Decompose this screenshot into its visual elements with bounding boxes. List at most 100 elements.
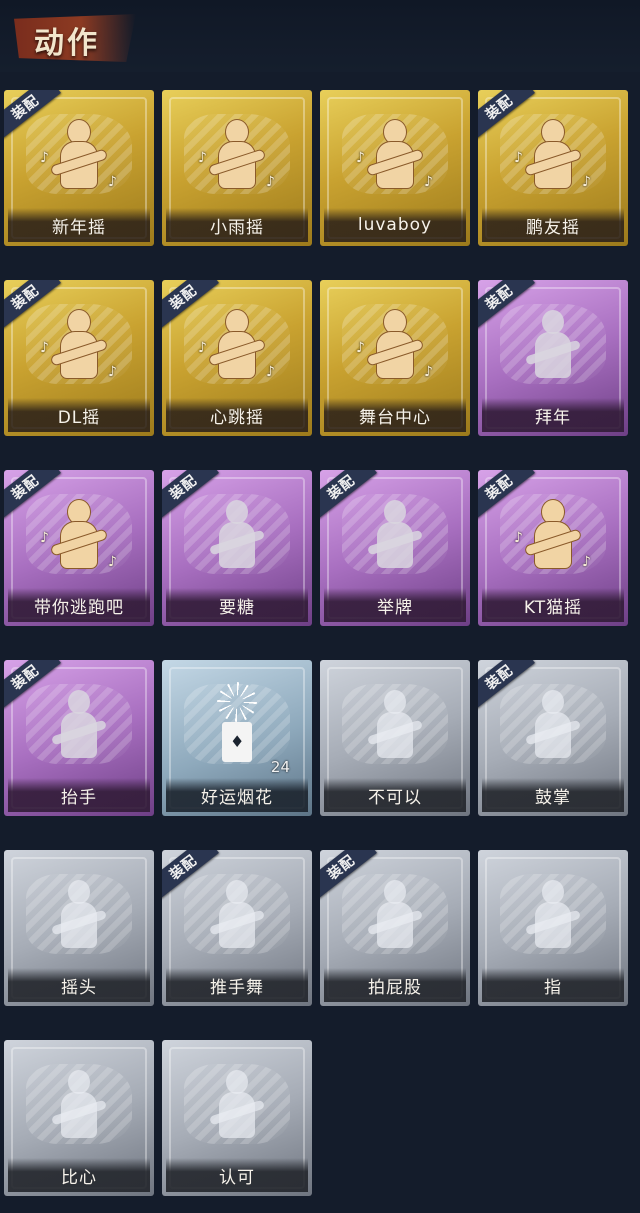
- emote-name: KT猫摇: [523, 597, 583, 618]
- emote-card[interactable]: 装配要糖: [162, 470, 312, 626]
- figure-icon: [365, 690, 425, 765]
- emote-card[interactable]: 装配拍屁股: [320, 850, 470, 1006]
- emote-card[interactable]: ♪ ♪ 小雨摇: [162, 90, 312, 246]
- emote-card[interactable]: 装配 ♪ ♪ 心跳摇: [162, 280, 312, 436]
- figure-icon: [207, 880, 267, 955]
- equipped-badge-label: 装配: [482, 472, 517, 504]
- figure-icon: [365, 880, 425, 955]
- emote-name: 摇头: [61, 977, 97, 998]
- emote-card[interactable]: ♪ ♪ luvaboy: [320, 90, 470, 246]
- emote-label-bar: 比心: [8, 1158, 150, 1192]
- emote-label-bar: 举牌: [324, 588, 466, 622]
- emote-card[interactable]: 认可: [162, 1040, 312, 1196]
- item-count: 24: [270, 758, 290, 776]
- emote-card[interactable]: 装配 ♪ ♪ DL摇: [4, 280, 154, 436]
- emote-card[interactable]: 装配 推手舞: [162, 850, 312, 1006]
- music-note-icon: ♪: [198, 340, 207, 356]
- emote-name: 鹏友摇: [526, 217, 580, 238]
- emote-name: 不可以: [368, 787, 422, 808]
- emote-card[interactable]: 装配 ♪ ♪ 新年摇: [4, 90, 154, 246]
- emote-label-bar: luvaboy: [324, 208, 466, 242]
- equipped-badge-label: 装配: [324, 472, 359, 504]
- emote-name: 认可: [219, 1167, 255, 1188]
- emote-card[interactable]: 装配举牌: [320, 470, 470, 626]
- music-note-icon: ♪: [108, 174, 117, 190]
- emote-label-bar: 指: [482, 968, 624, 1002]
- figure-icon: [207, 120, 267, 195]
- music-note-icon: ♪: [40, 340, 49, 356]
- equipped-badge-label: 装配: [482, 92, 517, 124]
- emote-card[interactable]: 摇头: [4, 850, 154, 1006]
- emote-label-bar: DL摇: [8, 398, 150, 432]
- equipped-badge-label: 装配: [8, 282, 43, 314]
- emote-card[interactable]: 装配 拜年: [478, 280, 628, 436]
- figure-icon: [49, 1070, 109, 1145]
- emote-card[interactable]: 装配 ♪ ♪ 鹏友摇: [478, 90, 628, 246]
- emote-label-bar: 不可以: [324, 778, 466, 812]
- figure-icon: [365, 310, 425, 385]
- emote-card[interactable]: ♪ ♪ 舞台中心: [320, 280, 470, 436]
- music-note-icon: ♪: [582, 174, 591, 190]
- figure-icon: [523, 880, 583, 955]
- music-note-icon: ♪: [424, 174, 433, 190]
- equipped-badge-label: 装配: [166, 472, 201, 504]
- emote-name: 要糖: [219, 597, 255, 618]
- emote-name: 心跳摇: [210, 407, 264, 428]
- emote-name: 抬手: [61, 787, 97, 808]
- emote-label-bar: 好运烟花: [166, 778, 308, 812]
- emote-card[interactable]: 装配 ♪ ♪ 带你逃跑吧: [4, 470, 154, 626]
- emote-name: 鼓掌: [535, 787, 571, 808]
- figure-icon: [523, 310, 583, 385]
- figure-icon: [523, 500, 583, 575]
- emote-name: 比心: [61, 1167, 97, 1188]
- emote-name: 拍屁股: [368, 977, 422, 998]
- equipped-badge-label: 装配: [166, 852, 201, 884]
- emote-name: 指: [544, 977, 562, 998]
- figure-icon: [523, 120, 583, 195]
- firework-icon: [217, 682, 257, 722]
- music-note-icon: ♪: [514, 530, 523, 546]
- emote-card[interactable]: 比心: [4, 1040, 154, 1196]
- figure-icon: [523, 690, 583, 765]
- emote-name: 好运烟花: [201, 787, 273, 808]
- figure-icon: [49, 500, 109, 575]
- figure-icon: [49, 880, 109, 955]
- music-note-icon: ♪: [582, 554, 591, 570]
- emote-name: DL摇: [57, 407, 101, 428]
- music-note-icon: ♪: [266, 364, 275, 380]
- emote-label-bar: 推手舞: [166, 968, 308, 1002]
- emote-card[interactable]: 24 好运烟花: [162, 660, 312, 816]
- emote-card[interactable]: 装配抬手: [4, 660, 154, 816]
- emote-card[interactable]: 指: [478, 850, 628, 1006]
- emote-label-bar: 抬手: [8, 778, 150, 812]
- emote-card[interactable]: 装配 ♪ ♪ KT猫摇: [478, 470, 628, 626]
- emote-label-bar: 带你逃跑吧: [8, 588, 150, 622]
- figure-icon: [207, 1070, 267, 1145]
- emote-name: 拜年: [535, 407, 571, 428]
- emote-label-bar: 鹏友摇: [482, 208, 624, 242]
- music-note-icon: ♪: [108, 364, 117, 380]
- music-note-icon: ♪: [266, 174, 275, 190]
- emote-label-bar: 新年摇: [8, 208, 150, 242]
- equipped-badge-label: 装配: [324, 852, 359, 884]
- header-bar: 动作: [0, 0, 640, 72]
- equipped-badge-label: 装配: [8, 662, 43, 694]
- emote-card[interactable]: 不可以: [320, 660, 470, 816]
- equipped-badge-label: 装配: [8, 472, 43, 504]
- emote-name: 带你逃跑吧: [34, 597, 124, 618]
- emote-label-bar: 要糖: [166, 588, 308, 622]
- emote-label-bar: 舞台中心: [324, 398, 466, 432]
- emote-label-bar: 鼓掌: [482, 778, 624, 812]
- figure-icon: [365, 500, 425, 575]
- emote-name: 举牌: [377, 597, 413, 618]
- music-note-icon: ♪: [514, 150, 523, 166]
- music-note-icon: ♪: [424, 364, 433, 380]
- equipped-badge-label: 装配: [166, 282, 201, 314]
- music-note-icon: ♪: [40, 530, 49, 546]
- equipped-badge-label: 装配: [8, 92, 43, 124]
- music-note-icon: ♪: [108, 554, 117, 570]
- equipped-badge-label: 装配: [482, 662, 517, 694]
- music-note-icon: ♪: [356, 150, 365, 166]
- music-note-icon: ♪: [198, 150, 207, 166]
- emote-card[interactable]: 装配鼓掌: [478, 660, 628, 816]
